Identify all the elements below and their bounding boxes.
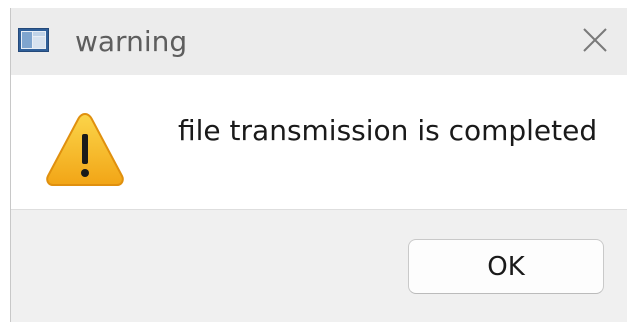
warning-triangle-icon <box>45 110 125 190</box>
dialog-message: file transmission is completed <box>178 114 598 147</box>
warning-dialog: warning file transmission is completed O… <box>10 8 627 322</box>
close-button[interactable] <box>575 22 615 62</box>
window-title: warning <box>75 25 188 58</box>
dialog-content: file transmission is completed <box>11 75 627 209</box>
ok-button[interactable]: OK <box>408 239 604 294</box>
close-icon <box>582 27 608 57</box>
title-bar[interactable]: warning <box>11 8 627 75</box>
window-app-icon <box>18 28 49 52</box>
dialog-footer: OK <box>11 209 627 322</box>
